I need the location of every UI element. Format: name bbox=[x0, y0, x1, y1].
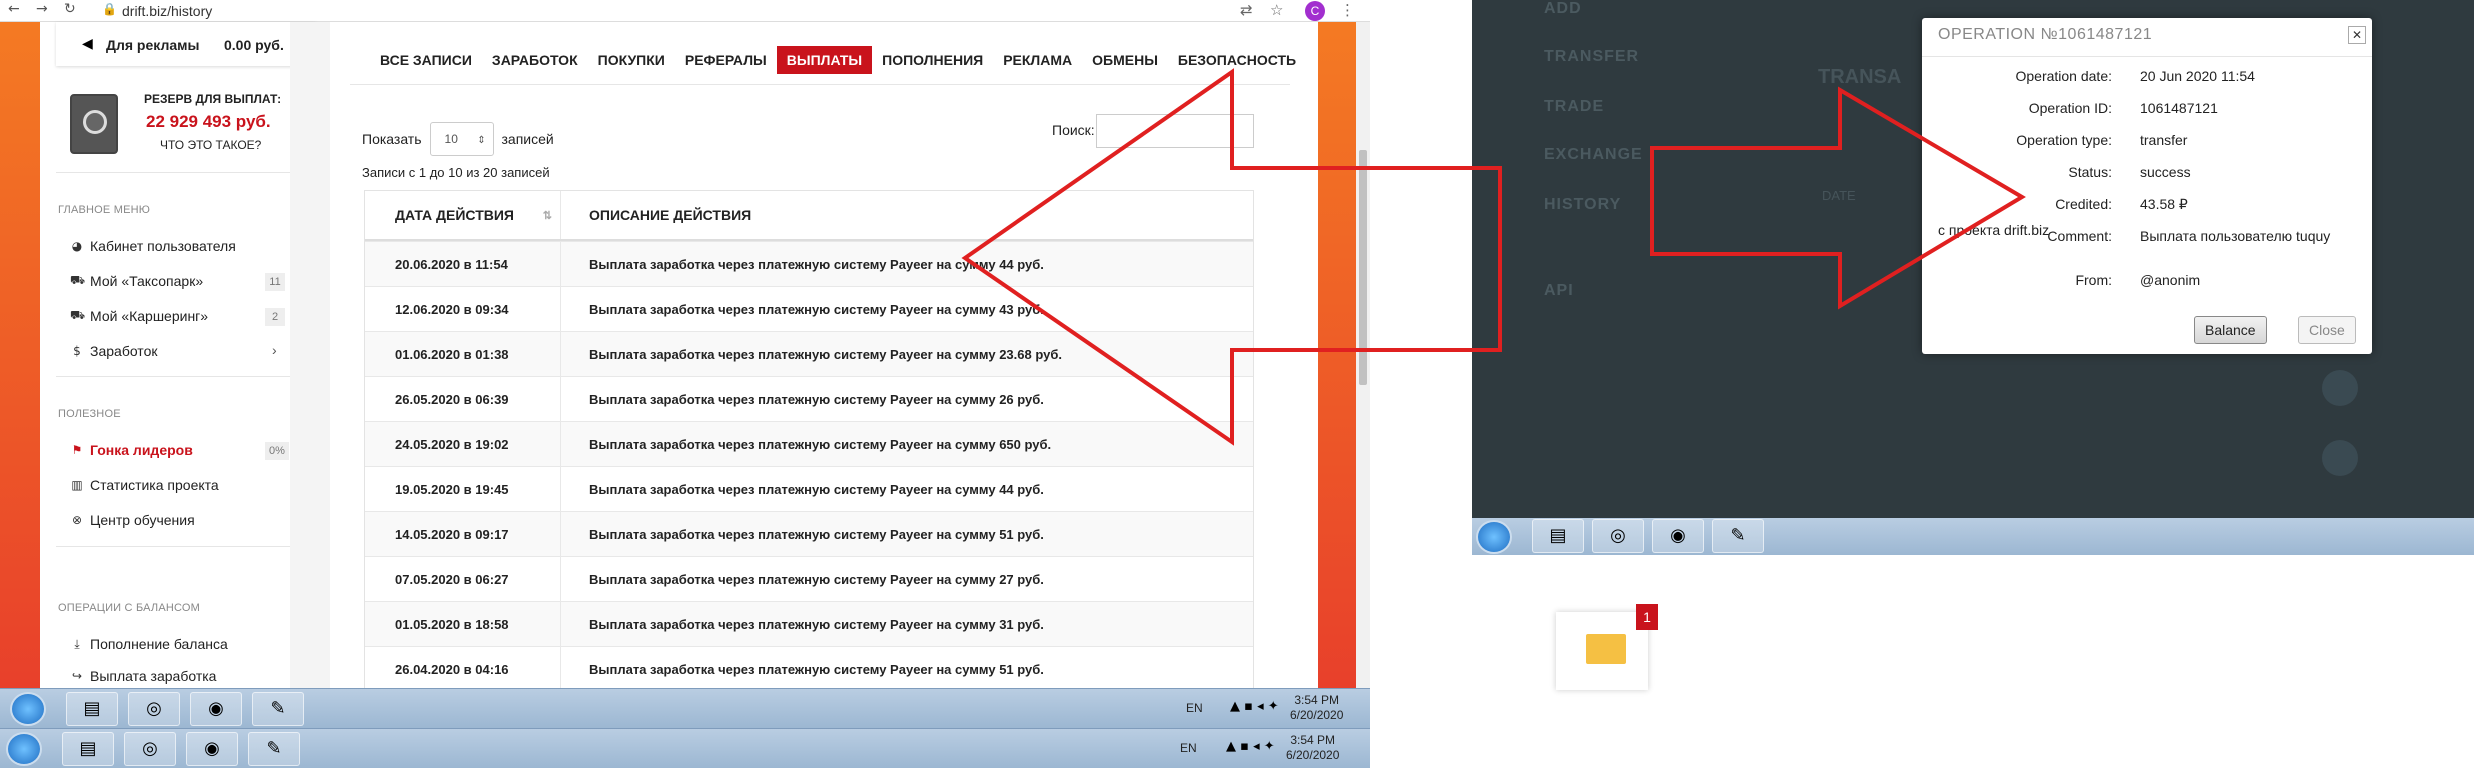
left-arrow-annotation bbox=[961, 68, 1502, 446]
annotation-arrows bbox=[961, 68, 2026, 446]
right-arrow-annotation bbox=[1650, 86, 2026, 310]
